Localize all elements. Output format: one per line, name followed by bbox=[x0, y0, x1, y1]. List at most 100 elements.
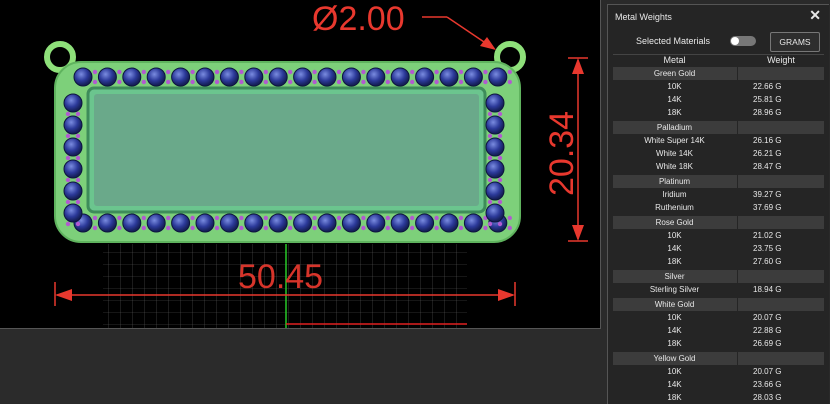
gem-stone bbox=[63, 203, 83, 223]
gem-prong bbox=[214, 79, 220, 85]
metal-group-row: Rose Gold bbox=[613, 216, 824, 229]
gem-prong bbox=[117, 225, 122, 231]
metal-weight: 28.47 G bbox=[753, 162, 782, 171]
metal-name: Ruthenium bbox=[655, 203, 694, 212]
gem-prong bbox=[75, 111, 81, 117]
gem-prong bbox=[141, 225, 146, 231]
gem-prong bbox=[65, 221, 71, 227]
metal-name: 14K bbox=[667, 380, 682, 389]
metal-item-row: 14K 23.66 G bbox=[613, 378, 824, 391]
gem-stone bbox=[122, 213, 142, 233]
gem-stone bbox=[63, 159, 83, 179]
metal-name: 14K bbox=[667, 244, 682, 253]
metal-name: White 18K bbox=[656, 162, 693, 171]
gem-prong bbox=[239, 215, 244, 221]
gem-prong bbox=[65, 199, 71, 205]
gem-prong bbox=[166, 79, 171, 85]
metal-weight: 37.69 G bbox=[753, 203, 782, 212]
gem-stone bbox=[317, 213, 337, 233]
metal-name: 14K bbox=[667, 95, 682, 104]
metal-item-row: Sterling Silver 18.94 G bbox=[613, 283, 824, 296]
gem-prong bbox=[487, 155, 493, 161]
diameter-annotation: Ø2.00 bbox=[312, 0, 496, 50]
gem-prong bbox=[166, 215, 171, 221]
gem-prong bbox=[92, 215, 98, 221]
gem-prong bbox=[483, 69, 488, 75]
gem-prong bbox=[288, 79, 293, 85]
metal-group-name: Platinum bbox=[658, 177, 691, 186]
gem-prong bbox=[190, 69, 195, 75]
gem-prong bbox=[487, 111, 493, 117]
close-icon[interactable]: ✕ bbox=[809, 7, 821, 24]
metal-group-name: Palladium bbox=[656, 123, 693, 132]
gem-stone bbox=[390, 213, 410, 233]
gem-prong bbox=[434, 79, 439, 85]
metal-weight: 25.81 G bbox=[753, 95, 782, 104]
gem-prong bbox=[239, 225, 244, 231]
gem-prong bbox=[117, 79, 122, 85]
metal-item-row: White 14K 26.21 G bbox=[613, 147, 824, 160]
gem-stone bbox=[122, 67, 142, 87]
gem-prong bbox=[497, 177, 503, 183]
metal-weight: 26.69 G bbox=[753, 339, 782, 348]
gem-prong bbox=[117, 215, 122, 221]
gem-prong bbox=[214, 215, 220, 221]
metal-item-row: 14K 22.88 G bbox=[613, 324, 824, 337]
gem-prong bbox=[190, 79, 195, 85]
gem-prong bbox=[497, 221, 503, 227]
gem-prong bbox=[288, 215, 293, 221]
metal-name: 14K bbox=[667, 326, 682, 335]
gem-stone bbox=[63, 181, 83, 201]
gem-prong bbox=[92, 79, 98, 85]
metal-weights-panel: Metal Weights ✕ Selected Materials GRAMS… bbox=[607, 4, 829, 404]
gem-prong bbox=[214, 69, 220, 75]
metal-weights-table: Green Gold 10K 22.66 G 14K 25.81 G 18K 28.96 G… bbox=[613, 67, 824, 404]
metal-item-row: 14K 23.75 G bbox=[613, 242, 824, 255]
gem-stone bbox=[195, 213, 215, 233]
gem-stone bbox=[317, 67, 337, 87]
metal-name: 10K bbox=[667, 313, 682, 322]
metal-weight: 23.75 G bbox=[753, 244, 782, 253]
metal-weight: 26.16 G bbox=[753, 136, 782, 145]
metal-weight: 21.02 G bbox=[753, 231, 782, 240]
metal-name: 10K bbox=[667, 82, 682, 91]
metal-name: White 14K bbox=[656, 149, 693, 158]
gem-prong bbox=[336, 69, 342, 75]
metal-weight: 26.21 G bbox=[753, 149, 782, 158]
gem-stone bbox=[146, 67, 166, 87]
metal-group-name: Yellow Gold bbox=[653, 354, 696, 363]
gem-prong bbox=[385, 69, 390, 75]
gem-stone bbox=[485, 137, 505, 157]
gem-stone bbox=[293, 213, 313, 233]
gem-stone bbox=[463, 213, 483, 233]
lower-toolbar-area bbox=[0, 329, 607, 403]
gem-prong bbox=[263, 79, 268, 85]
height-annotation: 20.34 bbox=[543, 57, 588, 242]
selected-materials-toggle[interactable] bbox=[730, 36, 756, 46]
gem-stone bbox=[485, 93, 505, 113]
metal-weight: 27.60 G bbox=[753, 257, 782, 266]
metal-name: 10K bbox=[667, 367, 682, 376]
gem-prong bbox=[410, 79, 415, 85]
gem-prong bbox=[141, 215, 146, 221]
metal-item-row: 10K 21.02 G bbox=[613, 229, 824, 242]
gem-prong bbox=[497, 111, 503, 117]
gem-prong bbox=[312, 69, 317, 75]
gem-prong bbox=[214, 225, 220, 231]
pendant-model-view[interactable]: Ø2.00 20.34 50.45 bbox=[0, 0, 600, 328]
gem-stone bbox=[63, 93, 83, 113]
metal-item-row: 10K 20.07 G bbox=[613, 311, 824, 324]
gem-prong bbox=[410, 215, 415, 221]
units-button[interactable]: GRAMS bbox=[770, 32, 820, 52]
gem-prong bbox=[312, 79, 317, 85]
gem-stone bbox=[219, 67, 239, 87]
metal-group-row: Silver bbox=[613, 270, 824, 283]
metal-item-row: White 18K 28.47 G bbox=[613, 160, 824, 173]
3d-viewport[interactable]: Ø2.00 20.34 50.45 bbox=[0, 0, 601, 329]
gem-prong bbox=[65, 111, 71, 117]
gem-prong bbox=[497, 199, 503, 205]
metal-weight: 23.66 G bbox=[753, 380, 782, 389]
metal-item-row: Iridium 39.27 G bbox=[613, 188, 824, 201]
selected-materials-label: Selected Materials bbox=[636, 36, 711, 46]
gem-stone bbox=[244, 67, 264, 87]
